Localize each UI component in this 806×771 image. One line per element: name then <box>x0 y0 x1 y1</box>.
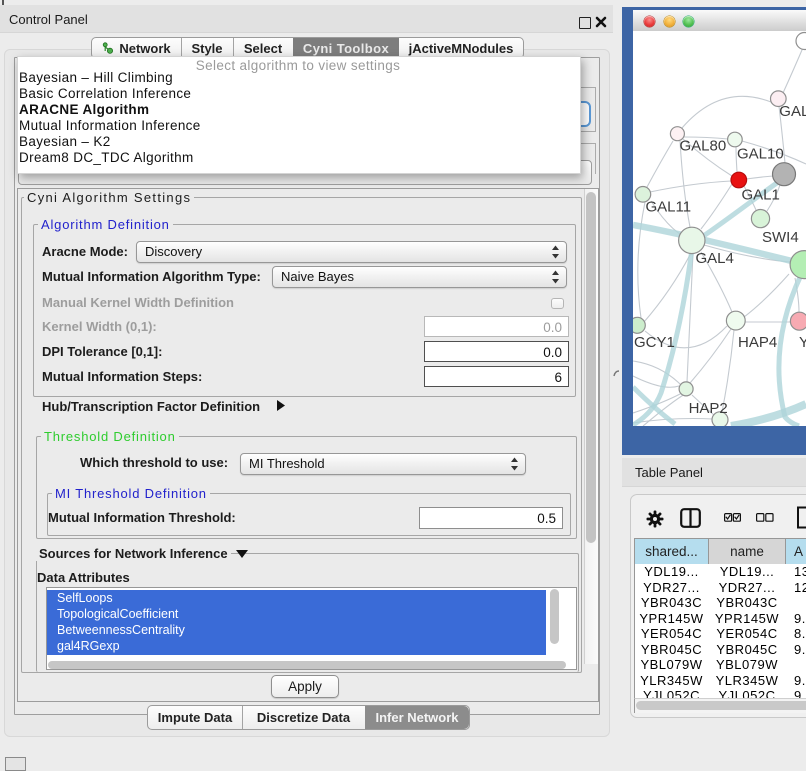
svg-text:GAL4: GAL4 <box>696 250 734 267</box>
svg-text:SWI4: SWI4 <box>762 229 799 246</box>
svg-text:GAL10: GAL10 <box>737 146 784 163</box>
svg-text:GAL1: GAL1 <box>742 187 780 204</box>
svg-text:HAP4: HAP4 <box>738 334 777 351</box>
svg-text:GAL80: GAL80 <box>680 138 727 155</box>
svg-text:GAL11: GAL11 <box>646 198 692 215</box>
svg-text:GAL7: GAL7 <box>779 103 806 120</box>
svg-text:Y: Y <box>799 334 806 351</box>
svg-text:HAP2: HAP2 <box>689 400 728 417</box>
svg-text:GCY1: GCY1 <box>634 334 675 351</box>
